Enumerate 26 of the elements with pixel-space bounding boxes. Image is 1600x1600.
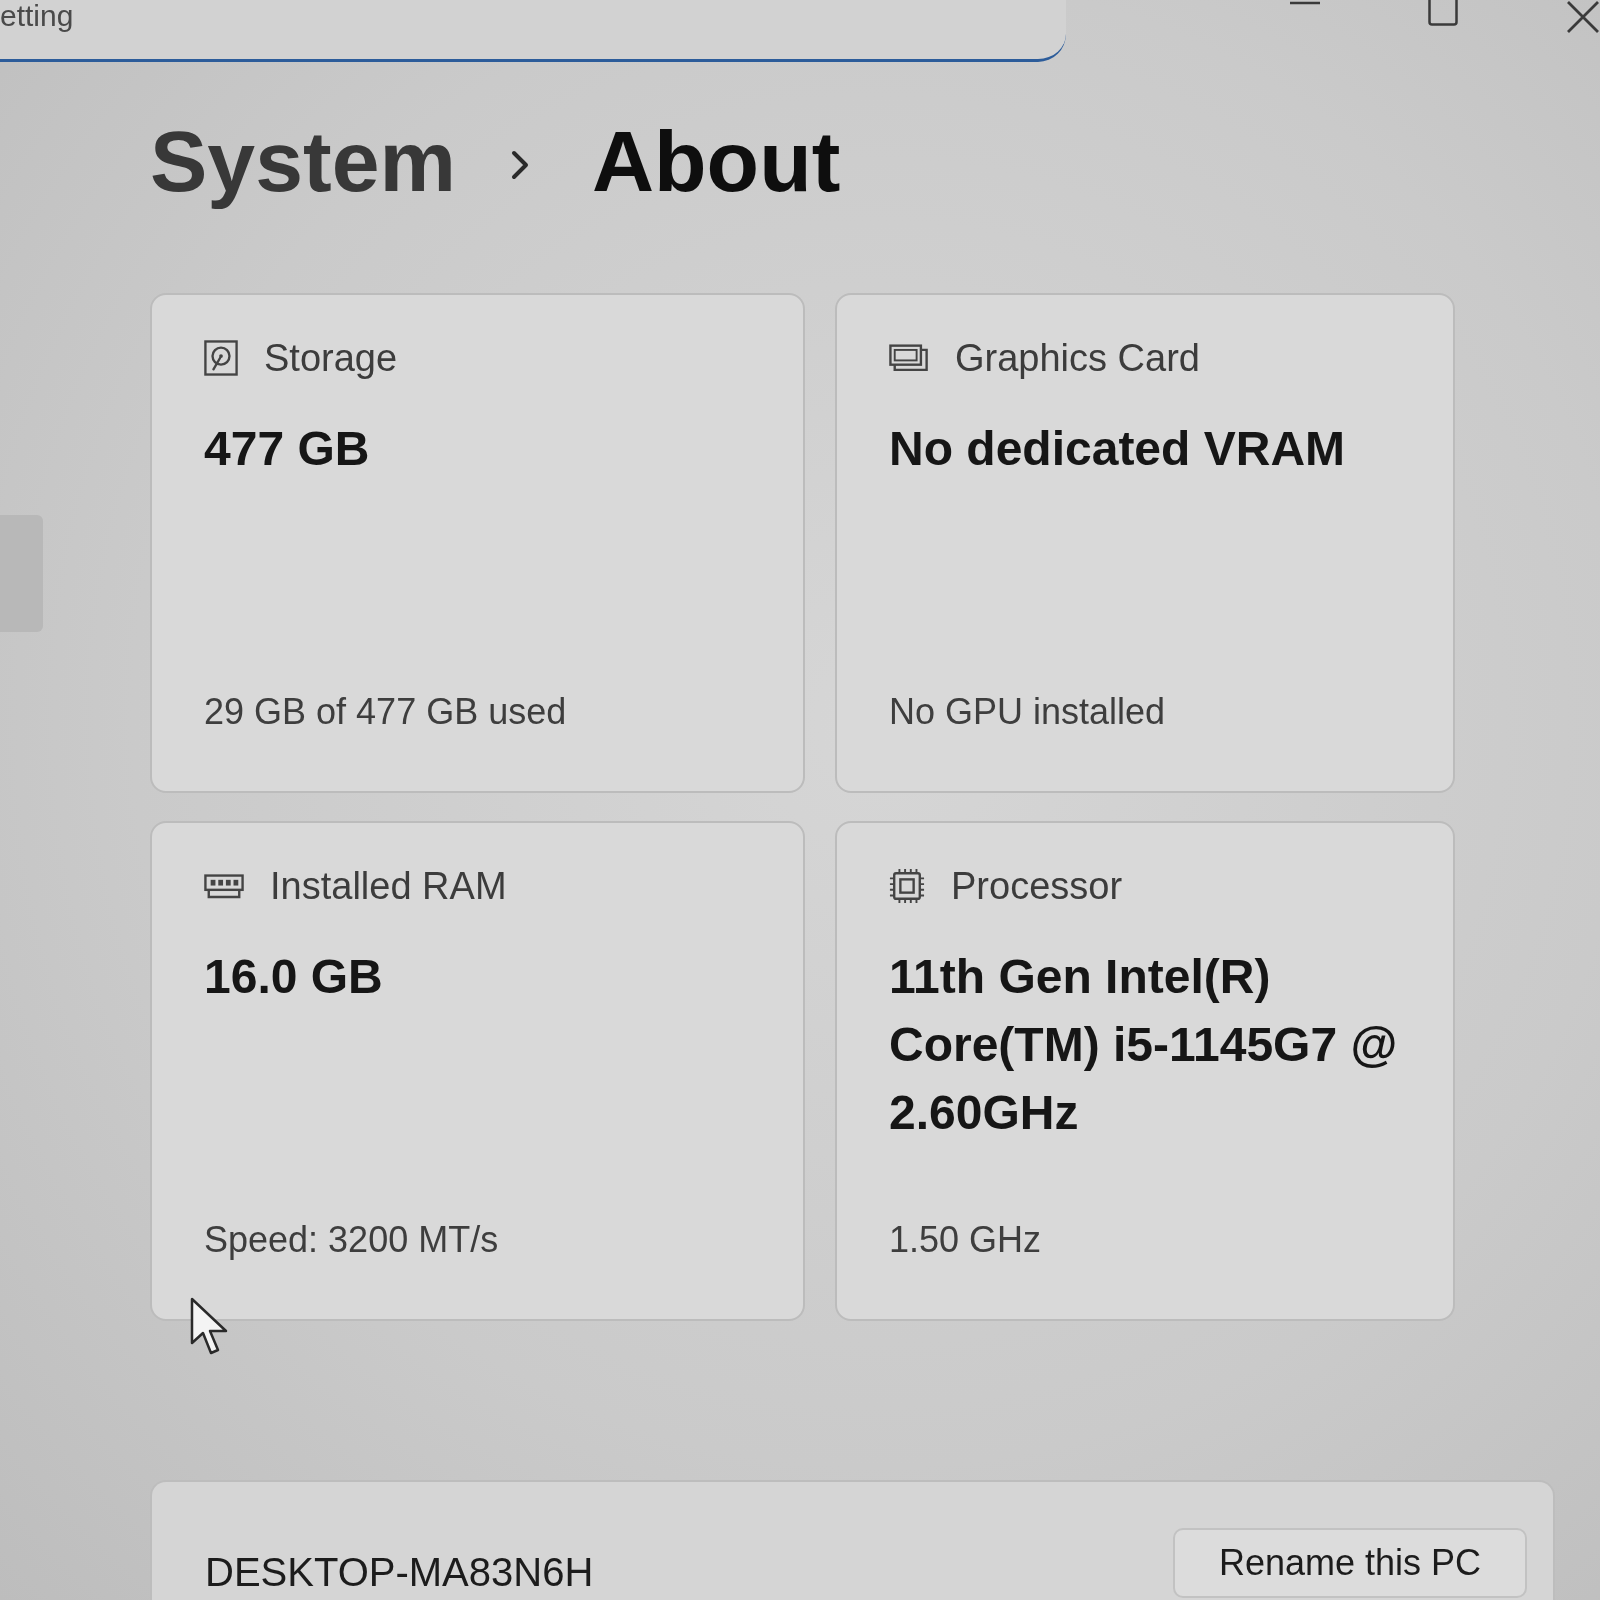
page-title: About	[591, 112, 841, 211]
graphics-card-icon	[889, 343, 929, 373]
card-value: 16.0 GB	[204, 949, 384, 1005]
card-value: No dedicated VRAM	[889, 421, 1347, 477]
breadcrumb-link[interactable]: System	[150, 109, 456, 213]
card-title: Installed RAM	[270, 864, 507, 908]
device-name: DESKTOP-MA83N6H	[205, 1550, 594, 1594]
card-title: Graphics Card	[955, 336, 1200, 380]
card-detail: 29 GB of 477 GB used	[204, 691, 568, 733]
minimize-icon[interactable]	[1290, 0, 1320, 6]
card-title: Processor	[951, 864, 1123, 908]
search-field[interactable]: etting	[0, 0, 1066, 62]
close-icon[interactable]	[1566, 0, 1600, 34]
chevron-icon	[509, 149, 530, 181]
maximize-icon[interactable]	[1428, 0, 1458, 26]
card-value: 477 GB	[204, 421, 371, 477]
hard-drive-icon	[204, 340, 238, 376]
card-detail: Speed: 3200 MT/s	[204, 1219, 500, 1261]
chip-icon	[889, 868, 925, 904]
card-detail: No GPU installed	[889, 691, 1167, 733]
card-value: 11th Gen Intel(R) Core(TM) i5-1145G7 @ 2.60GHz	[889, 949, 1399, 1141]
mouse-pointer-icon	[190, 1297, 230, 1357]
card-title: Storage	[264, 336, 398, 380]
memory-module-icon	[204, 873, 244, 899]
rename-button[interactable]: Rename this PC	[1172, 1528, 1527, 1598]
card-detail: 1.50 GHz	[889, 1219, 1043, 1261]
